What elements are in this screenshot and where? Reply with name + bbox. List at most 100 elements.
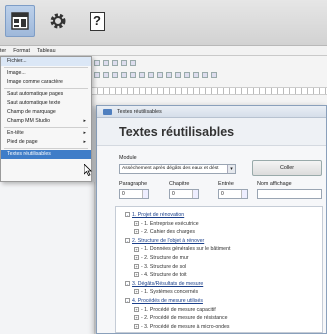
collapse-icon[interactable]: - bbox=[125, 212, 130, 218]
expand-icon[interactable]: + bbox=[134, 255, 139, 261]
display-name-field[interactable] bbox=[257, 189, 322, 199]
dialog-window-title: Textes réutilisables bbox=[117, 109, 162, 115]
tree-item-row[interactable]: + - 2. Cahier des charges bbox=[116, 228, 322, 237]
tool-icon[interactable] bbox=[148, 72, 154, 78]
collapse-icon[interactable]: - bbox=[125, 237, 130, 243]
tool-icon[interactable] bbox=[121, 72, 127, 78]
tree-item-row[interactable]: + - 1. Données générales sur le bâtiment bbox=[116, 245, 322, 254]
chapter-value: 0 bbox=[172, 191, 175, 197]
chapter-stepper[interactable]: 0 bbox=[169, 189, 199, 199]
expand-icon[interactable]: + bbox=[134, 315, 139, 321]
expand-icon[interactable]: + bbox=[134, 306, 139, 312]
menu-item-footer[interactable]: Pied de page ▸ bbox=[1, 138, 91, 147]
tree-item-label: - 3. Procédé de mesure à micro-ondes bbox=[141, 323, 230, 330]
tool-icon[interactable] bbox=[211, 72, 217, 78]
tool-icon[interactable] bbox=[139, 72, 145, 78]
menu-item-label: En-tête bbox=[7, 130, 24, 136]
menu-item-marker-field[interactable]: Champ de marquage bbox=[1, 108, 91, 117]
spinner-icon[interactable] bbox=[142, 190, 148, 198]
menu-item-label: Champ MM Studio bbox=[7, 118, 50, 124]
expand-icon[interactable]: + bbox=[134, 229, 139, 235]
expand-icon[interactable]: + bbox=[134, 323, 139, 329]
collapse-icon[interactable]: - bbox=[125, 298, 130, 304]
tree-item-label: - 4. Structure de toit bbox=[141, 272, 187, 279]
tree-item-label: 4. Procédés de mesure utilisés bbox=[132, 297, 203, 304]
tool-icon[interactable] bbox=[193, 72, 199, 78]
paste-button[interactable]: Coller bbox=[252, 160, 322, 176]
spinner-icon[interactable] bbox=[192, 190, 198, 198]
tool-icon[interactable] bbox=[103, 72, 109, 78]
toolbar: ? bbox=[0, 0, 327, 46]
paragraph-value: 0 bbox=[122, 191, 125, 197]
menu-item-label: Image comme caractère bbox=[7, 79, 63, 85]
tool-icon[interactable] bbox=[112, 72, 118, 78]
paragraph-stepper[interactable]: 0 bbox=[119, 189, 149, 199]
settings-button[interactable] bbox=[43, 5, 73, 37]
tree-chapter-row[interactable]: -4. Procédés de mesure utilisés bbox=[116, 297, 322, 306]
tool-icon[interactable] bbox=[166, 72, 172, 78]
tree-item-row[interactable]: + - 3. Structure de sol bbox=[116, 263, 322, 272]
menu-item-image-as-char[interactable]: Image comme caractère bbox=[1, 78, 91, 87]
menu-item-text-break[interactable]: Saut automatique texte bbox=[1, 99, 91, 108]
entry-stepper[interactable]: 0 bbox=[218, 189, 248, 199]
menu-item-reusable-texts[interactable]: Textes réutilisables bbox=[1, 150, 91, 159]
dialog-app-icon bbox=[103, 109, 112, 115]
dialog-heading: Textes réutilisables bbox=[97, 118, 326, 146]
tool-icon[interactable] bbox=[130, 72, 136, 78]
tree-item-row[interactable]: + - 1. Systèmes concernés bbox=[116, 288, 322, 297]
tree-item-row[interactable]: + - 3. Procédé de mesure à micro-ondes bbox=[116, 323, 322, 332]
tree-item-row[interactable]: + - 4. Structure de toit bbox=[116, 271, 322, 280]
layout-button[interactable] bbox=[5, 5, 35, 37]
mouse-cursor-icon bbox=[84, 164, 92, 176]
menu-item-label: Saut automatique texte bbox=[7, 100, 61, 106]
expand-icon[interactable]: + bbox=[134, 263, 139, 269]
menu-item-image[interactable]: Image... bbox=[1, 69, 91, 78]
expand-icon[interactable]: + bbox=[134, 289, 139, 295]
menu-item-label: Champ de marquage bbox=[7, 109, 56, 115]
menu-format[interactable]: Format bbox=[13, 48, 30, 54]
menu-table[interactable]: Tableau bbox=[37, 48, 56, 54]
menu-item-page-break[interactable]: Saut automatique pages bbox=[1, 90, 91, 99]
tree-chapter-row[interactable]: -3. Dégâts/Résultats de mesure bbox=[116, 280, 322, 289]
tool-icon[interactable] bbox=[121, 60, 127, 66]
module-select-value: Assèchement après dégâts des eaux et dés… bbox=[122, 166, 219, 171]
menu-separator bbox=[4, 67, 88, 68]
expand-icon[interactable]: + bbox=[134, 272, 139, 278]
spinner-icon[interactable] bbox=[241, 190, 247, 198]
tree-item-row[interactable]: + - 1. Entreprise exécutrice bbox=[116, 220, 322, 229]
tool-icon[interactable] bbox=[103, 60, 109, 66]
tool-icon[interactable] bbox=[202, 72, 208, 78]
tool-icon[interactable] bbox=[94, 72, 100, 78]
tree-item-row[interactable]: + - 2. Procédé de mesure de résistance bbox=[116, 314, 322, 323]
menu-insert[interactable]: ter bbox=[0, 48, 6, 54]
tree-item-label: - 1. Systèmes concernés bbox=[141, 289, 199, 296]
module-select[interactable]: Assèchement après dégâts des eaux et dés… bbox=[119, 164, 236, 174]
menu-item-mm-studio-field[interactable]: Champ MM Studio ▸ bbox=[1, 117, 91, 126]
tree-item-label: 2. Structure de l'objet à rénover bbox=[132, 237, 205, 244]
tool-icon[interactable] bbox=[175, 72, 181, 78]
tree-item-row[interactable]: + - 2. Structure de mur bbox=[116, 254, 322, 263]
tool-icon[interactable] bbox=[130, 60, 136, 66]
menu-separator bbox=[4, 148, 88, 149]
tool-icon[interactable] bbox=[184, 72, 190, 78]
module-label: Module bbox=[119, 155, 137, 161]
tool-icon[interactable] bbox=[94, 60, 100, 66]
help-button[interactable]: ? bbox=[82, 5, 112, 37]
menu-item-header[interactable]: En-tête ▸ bbox=[1, 129, 91, 138]
text-tree: -1. Projet de rénovation + - 1. Entreprise… bbox=[115, 206, 323, 333]
tree-item-label: - 1. Entreprise exécutrice bbox=[141, 220, 199, 227]
dialog-titlebar[interactable]: Textes réutilisables bbox=[97, 106, 326, 118]
tool-icon[interactable] bbox=[157, 72, 163, 78]
expand-icon[interactable]: + bbox=[134, 246, 139, 252]
tree-chapter-row[interactable]: -2. Structure de l'objet à rénover bbox=[116, 237, 322, 246]
expand-icon[interactable]: + bbox=[134, 220, 139, 226]
collapse-icon[interactable]: - bbox=[125, 280, 130, 286]
tree-item-row[interactable]: + - 1. Procédé de mesure capacitif bbox=[116, 306, 322, 315]
menu-item-file[interactable]: Fichier... bbox=[1, 57, 91, 66]
chevron-down-icon: ▾ bbox=[227, 165, 235, 173]
menu-item-label: Image... bbox=[7, 70, 26, 76]
tree-chapter-row[interactable]: -1. Projet de rénovation bbox=[116, 211, 322, 220]
submenu-arrow-icon: ▸ bbox=[83, 118, 86, 124]
tool-icon[interactable] bbox=[112, 60, 118, 66]
tree-item-label: 3. Dégâts/Résultats de mesure bbox=[132, 280, 204, 287]
